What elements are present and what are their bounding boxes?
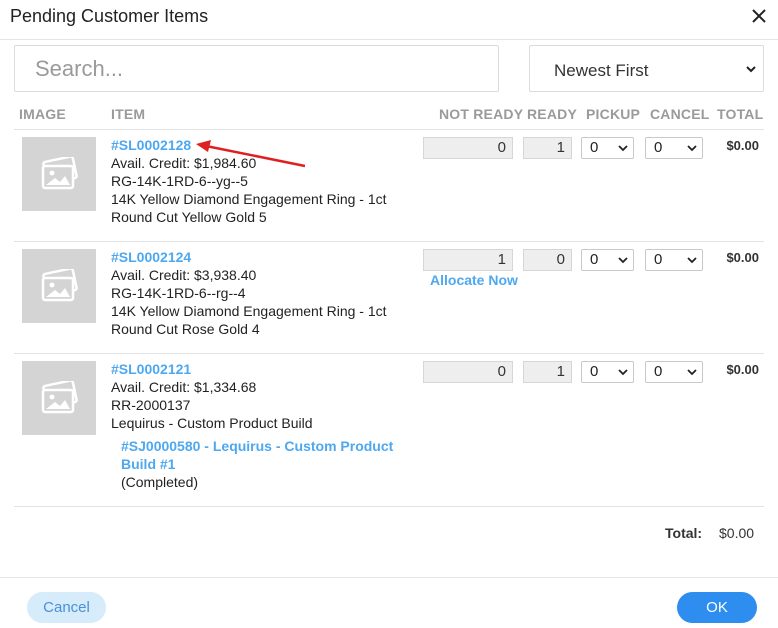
item-available-credit: Avail. Credit: $1,334.68	[111, 379, 257, 395]
image-placeholder-icon	[41, 381, 78, 414]
pickup-select-value: 0	[590, 363, 599, 380]
column-header-image: IMAGE	[19, 106, 66, 122]
not-ready-qty: 0	[423, 361, 513, 383]
column-header-item: ITEM	[111, 106, 146, 122]
item-code: RR-2000137	[111, 397, 191, 413]
custom-job-link[interactable]: #SJ0000580 - Lequirus - Custom Product B…	[121, 437, 393, 473]
column-header-ready: READY	[527, 106, 578, 122]
item-sku-link[interactable]: #SL0002121	[111, 360, 393, 378]
custom-job-link-line1: #SJ0000580 - Lequirus - Custom Product	[121, 438, 394, 454]
cancel-select[interactable]: 0	[645, 249, 703, 271]
grand-total-value: $0.00	[719, 525, 755, 541]
column-header-not-ready: NOT READY	[439, 106, 524, 122]
item-code: RG-14K-1RD-6--yg--5	[111, 173, 248, 189]
chevron-down-icon	[618, 369, 628, 376]
pickup-select[interactable]: 0	[581, 361, 634, 383]
dialog-footer: Cancel OK	[0, 577, 778, 628]
row-total: $0.00	[726, 138, 759, 153]
cancel-button[interactable]: Cancel	[27, 592, 106, 623]
table-row: #SL0002124 Avail. Credit: $3,938.40 RG-1…	[14, 242, 764, 353]
dialog-header: Pending Customer Items	[0, 0, 778, 40]
table-row: #SL0002121 Avail. Credit: $1,334.68 RR-2…	[14, 354, 764, 506]
item-details: #SL0002128 Avail. Credit: $1,984.60 RG-1…	[111, 136, 387, 226]
custom-job-block: #SJ0000580 - Lequirus - Custom Product B…	[111, 437, 393, 491]
pickup-select-value: 0	[590, 251, 599, 268]
product-image-placeholder	[22, 361, 96, 435]
ready-qty: 1	[523, 361, 572, 383]
product-image-placeholder	[22, 137, 96, 211]
chevron-down-icon	[687, 257, 697, 264]
ready-qty: 1	[523, 137, 572, 159]
row-total: $0.00	[726, 362, 759, 377]
close-icon[interactable]	[750, 7, 768, 25]
search-input[interactable]	[14, 45, 499, 92]
item-description-line1: Lequirus - Custom Product Build	[111, 415, 313, 431]
chevron-down-icon	[687, 369, 697, 376]
pickup-select-value: 0	[590, 139, 599, 156]
item-sku-link[interactable]: #SL0002128	[111, 136, 387, 154]
image-placeholder-icon	[41, 157, 78, 190]
product-image-placeholder	[22, 249, 96, 323]
column-header-total: TOTAL	[717, 106, 764, 122]
column-header-cancel: CANCEL	[650, 106, 710, 122]
pickup-select[interactable]: 0	[581, 137, 634, 159]
item-available-credit: Avail. Credit: $3,938.40	[111, 267, 257, 283]
pickup-select[interactable]: 0	[581, 249, 634, 271]
image-placeholder-icon	[41, 269, 78, 302]
cancel-select-value: 0	[654, 363, 663, 380]
item-description-line1: 14K Yellow Diamond Engagement Ring - 1ct	[111, 303, 387, 319]
custom-job-link-line2: Build #1	[121, 456, 176, 472]
dialog-title: Pending Customer Items	[10, 6, 209, 26]
item-description-line2: Round Cut Yellow Gold 5	[111, 209, 267, 225]
grand-total-label: Total:	[665, 525, 703, 541]
chevron-down-icon	[618, 257, 628, 264]
item-code: RG-14K-1RD-6--rg--4	[111, 285, 246, 301]
cancel-select[interactable]: 0	[645, 361, 703, 383]
sort-select-value: Newest First	[554, 61, 649, 80]
chevron-down-icon	[687, 145, 697, 152]
not-ready-qty: 0	[423, 137, 513, 159]
table-row: #SL0002128 Avail. Credit: $1,984.60 RG-1…	[14, 130, 764, 241]
item-available-credit: Avail. Credit: $1,984.60	[111, 155, 257, 171]
ready-qty: 0	[523, 249, 572, 271]
chevron-down-icon	[746, 66, 756, 73]
item-description-line1: 14K Yellow Diamond Engagement Ring - 1ct	[111, 191, 387, 207]
item-description-line2: Round Cut Rose Gold 4	[111, 321, 260, 337]
cancel-select-value: 0	[654, 251, 663, 268]
item-details: #SL0002121 Avail. Credit: $1,334.68 RR-2…	[111, 360, 393, 491]
cancel-select[interactable]: 0	[645, 137, 703, 159]
column-header-pickup: PICKUP	[586, 106, 641, 122]
allocate-now-link[interactable]: Allocate Now	[430, 272, 518, 288]
item-sku-link[interactable]: #SL0002124	[111, 248, 387, 266]
cancel-select-value: 0	[654, 139, 663, 156]
not-ready-qty: 1	[423, 249, 513, 271]
sort-select[interactable]: Newest First	[529, 45, 764, 92]
custom-job-status: (Completed)	[121, 474, 199, 490]
ok-button[interactable]: OK	[677, 592, 757, 623]
row-total: $0.00	[726, 250, 759, 265]
chevron-down-icon	[618, 145, 628, 152]
item-details: #SL0002124 Avail. Credit: $3,938.40 RG-1…	[111, 248, 387, 338]
divider	[14, 506, 764, 507]
